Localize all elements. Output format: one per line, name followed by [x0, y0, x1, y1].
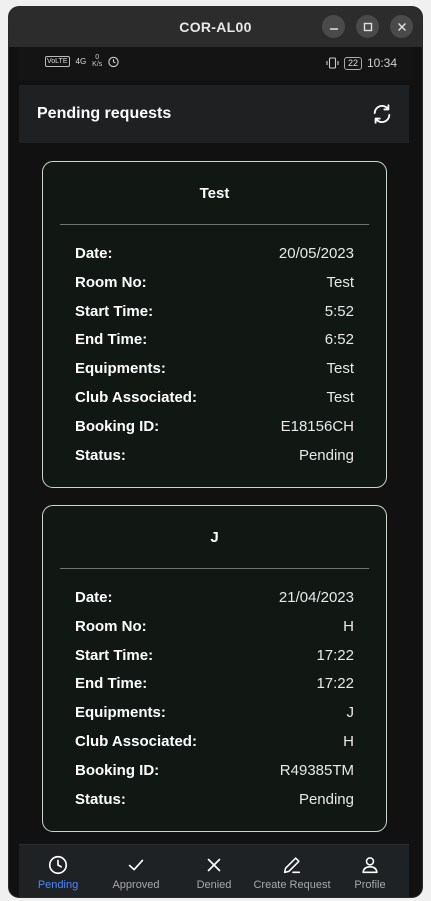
check-icon: [128, 859, 144, 871]
equipments-row: Equipments: Test: [75, 360, 354, 389]
close-window-button[interactable]: [390, 15, 413, 38]
status-row: Status: Pending: [75, 447, 354, 476]
nav-label-approved: Approved: [112, 879, 160, 891]
room-value: Test: [326, 273, 354, 291]
speed-unit: K/s: [92, 61, 103, 68]
equipments-value: Test: [326, 360, 354, 378]
status-left: VoLTE 4G 0 K/s: [45, 54, 120, 68]
battery-indicator: 22: [343, 56, 362, 70]
requests-list[interactable]: Test Date: 20/05/2023 Room No: Test Start …: [19, 143, 409, 843]
start-time-value: 17:22: [316, 646, 354, 664]
person-icon: [362, 857, 378, 874]
volte-badge: VoLTE: [45, 55, 70, 67]
clock-icon: [48, 855, 68, 875]
bottom-navigation: Pending Approved Denied Create Request P…: [19, 844, 409, 897]
window-titlebar: COR-AL00: [9, 7, 422, 47]
date-value: 21/04/2023: [278, 589, 354, 606]
room-row: Room No: H: [75, 618, 354, 647]
start-time-row: Start Time: 5:52: [75, 303, 354, 332]
booking-id-label: Booking ID:: [75, 417, 160, 435]
start-time-row: Start Time: 17:22: [75, 647, 354, 676]
start-time-label: Start Time:: [75, 302, 154, 320]
signal-text: 4G: [75, 56, 87, 66]
date-row: Date: 21/04/2023: [75, 589, 354, 618]
card-divider: [60, 224, 369, 225]
start-time-label: Start Time:: [75, 646, 154, 664]
booking-id-value: R49385TM: [279, 761, 354, 779]
nav-pending[interactable]: Pending: [19, 845, 97, 897]
minimize-icon: [329, 27, 338, 30]
end-time-row: End Time: 17:22: [75, 675, 354, 704]
equipments-label: Equipments:: [75, 360, 166, 378]
nav-label-pending: Pending: [37, 879, 79, 891]
card-title: Test: [199, 185, 230, 202]
refresh-icon[interactable]: [371, 103, 393, 125]
close-icon: [397, 22, 406, 31]
page-title: Pending requests: [37, 105, 172, 122]
nav-profile[interactable]: Profile: [331, 845, 409, 897]
nav-label-denied: Denied: [196, 879, 232, 891]
nav-denied[interactable]: Denied: [175, 845, 253, 897]
club-label: Club Associated:: [75, 732, 197, 750]
start-time-value: 5:52: [324, 302, 354, 320]
equipments-value: J: [346, 704, 355, 722]
window-controls: [322, 15, 413, 38]
request-card[interactable]: J Date: 21/04/2023 Room No: H Start Time: 1…: [42, 505, 387, 832]
window-title: COR-AL00: [179, 19, 252, 35]
club-row: Club Associated: H: [75, 733, 354, 762]
booking-id-row: Booking ID: R49385TM: [75, 762, 354, 791]
vibrate-icon: [326, 57, 339, 69]
date-label: Date:: [75, 589, 113, 606]
end-time-value: 6:52: [324, 331, 354, 349]
club-label: Club Associated:: [75, 388, 197, 406]
emulator-window: COR-AL00 VoLTE 4G 0 K/s 22 10:34 Pending…: [9, 7, 422, 897]
date-label: Date:: [75, 245, 113, 262]
speed-value: 0: [95, 54, 100, 61]
room-label: Room No:: [75, 273, 147, 291]
club-value: Test: [326, 388, 354, 406]
status-right: 22 10:34: [326, 56, 397, 70]
minimize-button[interactable]: [322, 15, 345, 38]
club-value: H: [343, 732, 354, 750]
alarm-icon: [108, 56, 119, 67]
maximize-button[interactable]: [356, 15, 379, 38]
date-value: 20/05/2023: [278, 245, 354, 262]
equipments-row: Equipments: J: [75, 704, 354, 733]
end-time-row: End Time: 6:52: [75, 331, 354, 360]
status-value: Pending: [298, 446, 354, 464]
status-value: Pending: [298, 790, 354, 808]
network-speed: 0 K/s: [92, 54, 102, 68]
room-label: Room No:: [75, 617, 147, 635]
app-bar: Pending requests: [19, 85, 409, 143]
status-label: Status:: [75, 790, 126, 808]
status-bar: VoLTE 4G 0 K/s 22 10:34: [19, 47, 412, 80]
card-details: Date: 21/04/2023 Room No: H Start Time: 17:…: [75, 589, 354, 819]
status-label: Status:: [75, 446, 126, 464]
clock-time: 10:34: [366, 56, 397, 70]
end-time-value: 17:22: [316, 675, 354, 693]
room-row: Room No: Test: [75, 274, 354, 303]
maximize-icon: [363, 22, 372, 31]
nav-label-create-request: Create Request: [253, 879, 331, 891]
booking-id-value: E18156CH: [280, 417, 354, 435]
end-time-label: End Time:: [75, 331, 148, 349]
status-row: Status: Pending: [75, 791, 354, 820]
club-row: Club Associated: Test: [75, 389, 354, 418]
date-row: Date: 20/05/2023: [75, 245, 354, 274]
end-time-label: End Time:: [75, 675, 148, 693]
booking-id-label: Booking ID:: [75, 761, 160, 779]
nav-create-request[interactable]: Create Request: [253, 845, 331, 897]
card-title: J: [210, 529, 219, 546]
equipments-label: Equipments:: [75, 704, 166, 722]
card-details: Date: 20/05/2023 Room No: Test Start Time:…: [75, 245, 354, 475]
phone-screen: VoLTE 4G 0 K/s 22 10:34 Pending requests…: [19, 47, 412, 897]
room-value: H: [343, 617, 354, 635]
nav-label-profile: Profile: [354, 879, 386, 891]
close-icon: [207, 858, 221, 872]
request-card[interactable]: Test Date: 20/05/2023 Room No: Test Start …: [42, 161, 387, 488]
pencil-icon: [283, 857, 301, 874]
nav-approved[interactable]: Approved: [97, 845, 175, 897]
card-divider: [60, 568, 369, 569]
booking-id-row: Booking ID: E18156CH: [75, 418, 354, 447]
